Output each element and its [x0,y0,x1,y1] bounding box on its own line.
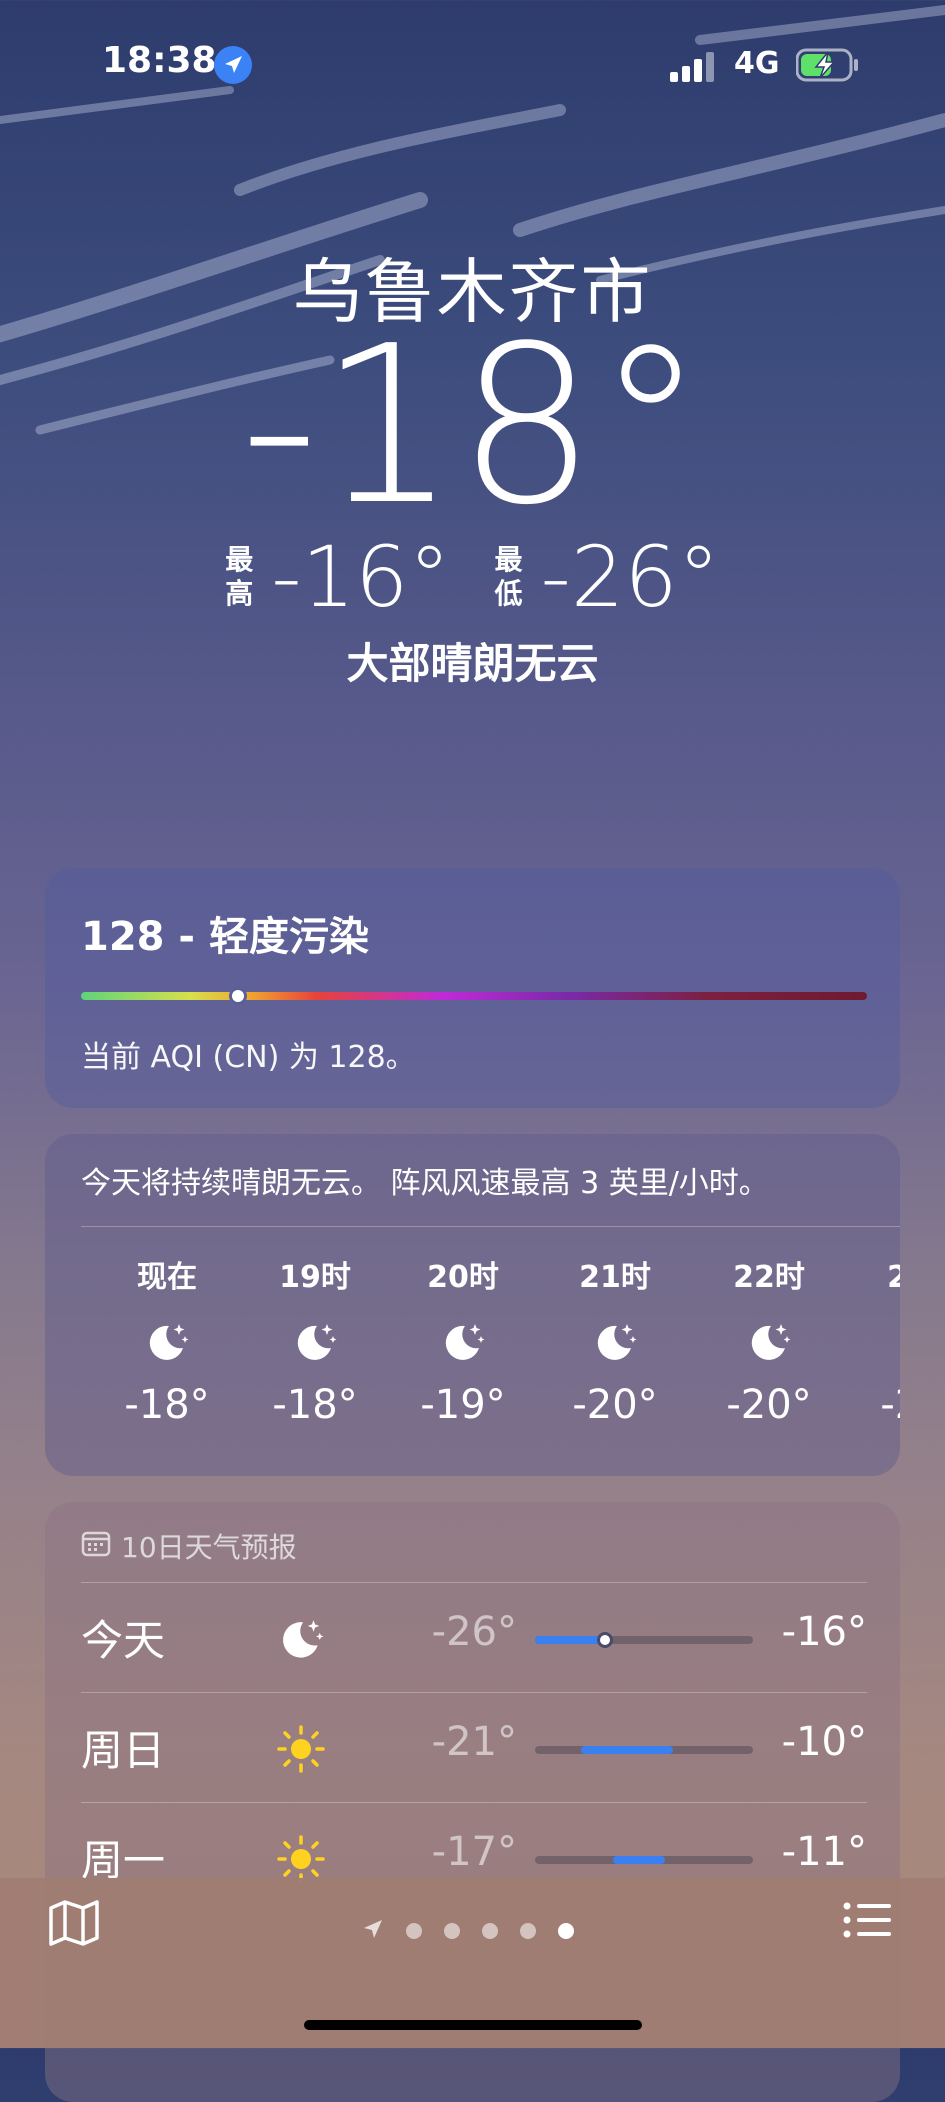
high-label: 最高 [225,543,254,610]
temperature-range-bar [535,1856,753,1864]
hourly-scroll[interactable]: 现在 -18° 19时 -18° 20时 -19° 21时 -20° 22时 -… [45,1252,900,1452]
air-quality-card[interactable]: 128 - 轻度污染 当前 AQI (CN) 为 128。 [45,868,900,1108]
location-arrow-icon [214,46,252,84]
forecast-high: -11° [781,1829,867,1875]
hourly-summary: 今天将持续晴朗无云。 阵风风速最高 3 英里/小时。 [81,1166,769,1201]
current-temperature: -18° [239,300,706,553]
low-temperature: -26° [540,528,720,626]
forecast-high: -16° [781,1609,867,1655]
hour-item: 23时 -20° [853,1252,900,1428]
aqi-title: 128 - 轻度污染 [81,914,369,960]
moon-stars-icon [853,1302,900,1382]
divider [81,1226,900,1227]
aqi-description: 当前 AQI (CN) 为 128。 [81,1040,416,1075]
battery-charging-icon [795,48,860,86]
network-type: 4G [734,46,780,81]
calendar-icon [81,1529,111,1564]
hour-item: 22时 -20° [699,1252,839,1428]
page-dot [482,1923,498,1939]
moon-stars-icon [271,1609,331,1669]
temperature-range-bar [535,1632,753,1648]
moon-stars-icon [545,1302,685,1382]
low-label: 最低 [494,543,523,610]
moon-stars-icon [393,1302,533,1382]
hour-item: 20时 -19° [393,1252,533,1428]
hour-item: 现在 -18° [97,1252,237,1428]
moon-stars-icon [245,1302,385,1382]
map-icon[interactable] [48,1898,100,1952]
aqi-scale-bar [81,987,867,1005]
forecast-low: -26° [431,1609,517,1655]
location-arrow-icon [362,1918,384,1944]
ten-day-header: 10日天气预报 [81,1526,297,1566]
hour-item: 19时 -18° [245,1252,385,1428]
page-dot [406,1923,422,1939]
aqi-indicator [229,987,248,1005]
forecast-row-sunday[interactable]: 周日 -21° -10° [81,1692,867,1803]
moon-stars-icon [699,1302,839,1382]
forecast-low: -17° [431,1829,517,1875]
status-bar: 18:38 4G [0,0,945,120]
page-indicator[interactable] [362,1918,574,1944]
weather-condition: 大部晴朗无云 [346,639,599,688]
list-icon[interactable] [843,1900,893,1944]
page-dot [444,1923,460,1939]
high-low-temperatures: 最高 -16° 最低 -26° [0,528,945,626]
cellular-signal-icon [670,52,720,86]
forecast-day: 今天 [81,1616,166,1665]
hour-item: 21时 -20° [545,1252,685,1428]
page-dot-active [558,1923,574,1939]
forecast-row-today[interactable]: 今天 -26° -16° [81,1582,867,1693]
bottom-toolbar [0,1878,945,2048]
high-temperature: -16° [271,528,451,626]
current-temp-marker [597,1632,613,1648]
hourly-forecast-card[interactable]: 今天将持续晴朗无云。 阵风风速最高 3 英里/小时。 现在 -18° 19时 -… [45,1134,900,1476]
forecast-low: -21° [431,1719,517,1765]
temperature-range-bar [535,1746,753,1754]
moon-stars-icon [97,1302,237,1382]
sun-icon [271,1719,331,1779]
forecast-high: -10° [781,1719,867,1765]
forecast-day: 周日 [81,1726,166,1775]
status-time: 18:38 [102,40,217,81]
home-indicator [304,2020,642,2030]
page-dot [520,1923,536,1939]
